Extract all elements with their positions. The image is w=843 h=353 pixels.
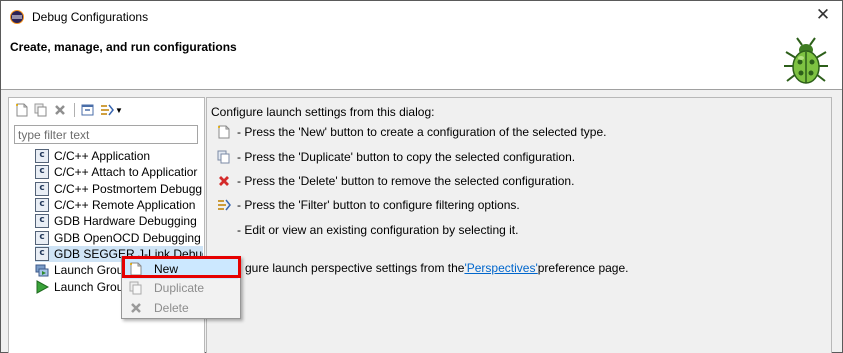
help-text: - Press the 'Duplicate' button to copy t… [237, 150, 576, 164]
help-text: - Press the 'Filter' button to configure… [237, 198, 520, 212]
menu-item-duplicate[interactable]: Duplicate [124, 278, 238, 298]
debug-bug-icon [784, 37, 828, 84]
close-icon[interactable]: ✕ [814, 6, 832, 24]
c-config-icon: c [35, 149, 49, 164]
eclipse-icon [10, 10, 24, 24]
chevron-down-icon[interactable]: ▼ [115, 106, 123, 115]
delete-icon [216, 173, 232, 189]
tree-item-gdb-openocd[interactable]: c GDB OpenOCD Debugging [35, 229, 203, 245]
launch-run-icon [36, 279, 49, 294]
tree-item-label: Launch Group [54, 279, 131, 294]
c-config-icon: c [35, 181, 49, 196]
new-config-icon[interactable] [13, 101, 31, 119]
duplicate-icon [128, 280, 144, 296]
header-banner: Create, manage, and run configurations [1, 32, 842, 90]
duplicate-icon [216, 149, 232, 165]
configuration-toolbar: ▼ [13, 100, 123, 120]
c-config-icon: c [35, 246, 49, 261]
new-config-icon [216, 124, 232, 140]
context-menu: New Duplicate Delete [121, 256, 241, 319]
help-row-perspectives: gure launch perspective settings from th… [245, 261, 628, 275]
tree-item-cpp-postmortem[interactable]: c C/C++ Postmortem Debugg [35, 181, 203, 197]
help-row-edit: - Edit or view an existing configuration… [216, 222, 518, 238]
tree-item-label: Launch Group [54, 263, 131, 278]
help-text: - Edit or view an existing configuration… [237, 223, 519, 237]
tree-item-label: GDB Hardware Debugging [54, 214, 197, 229]
c-config-icon: c [35, 214, 49, 229]
delete-icon [128, 300, 144, 316]
help-text: - Press the 'New' button to create a con… [237, 125, 607, 139]
filter-icon[interactable] [98, 101, 116, 119]
toolbar-separator [74, 103, 75, 117]
perspectives-link[interactable]: 'Perspectives' [464, 261, 537, 275]
launch-group-icon [35, 264, 49, 277]
tree-item-label: C/C++ Postmortem Debugg [54, 181, 203, 196]
help-text: - Press the 'Delete' button to remove th… [237, 174, 575, 188]
help-row-delete: - Press the 'Delete' button to remove th… [216, 173, 574, 189]
help-pane: Configure launch settings from this dial… [206, 97, 832, 353]
filter-input[interactable] [14, 125, 198, 144]
tree-item-cpp-application[interactable]: c C/C++ Application [35, 148, 203, 164]
filter-icon [216, 197, 232, 213]
c-config-icon: c [35, 230, 49, 245]
menu-item-label: Duplicate [154, 281, 205, 295]
menu-item-label: Delete [154, 301, 189, 315]
help-row-new: - Press the 'New' button to create a con… [216, 124, 606, 140]
help-row-filter: - Press the 'Filter' button to configure… [216, 197, 520, 213]
tree-item-label: GDB OpenOCD Debugging [54, 230, 201, 245]
menu-item-delete[interactable]: Delete [124, 298, 238, 318]
duplicate-icon[interactable] [32, 101, 50, 119]
perspective-text-suffix: preference page. [537, 261, 629, 275]
c-config-icon: c [35, 198, 49, 213]
delete-icon[interactable] [51, 101, 69, 119]
help-row-duplicate: - Press the 'Duplicate' button to copy t… [216, 149, 575, 165]
help-intro: Configure launch settings from this dial… [211, 105, 435, 119]
tree-item-cpp-attach[interactable]: c C/C++ Attach to Applicatior [35, 164, 203, 180]
tree-item-label: C/C++ Attach to Applicatior [54, 165, 198, 180]
debug-configurations-dialog: Debug Configurations ✕ Create, manage, a… [0, 0, 843, 353]
new-config-icon [128, 261, 144, 277]
tree-item-gdb-hardware[interactable]: c GDB Hardware Debugging [35, 213, 203, 229]
collapse-all-icon[interactable] [79, 101, 97, 119]
c-config-icon: c [35, 165, 49, 180]
blank-icon [216, 222, 232, 238]
banner-heading: Create, manage, and run configurations [10, 40, 237, 54]
menu-item-label: New [154, 262, 179, 276]
tree-item-cpp-remote[interactable]: c C/C++ Remote Application [35, 197, 203, 213]
menu-item-new[interactable]: New [124, 259, 238, 279]
window-title: Debug Configurations [32, 10, 149, 24]
title-bar: Debug Configurations ✕ [1, 1, 842, 32]
perspective-text-prefix: gure launch perspective settings from th… [245, 261, 465, 275]
tree-item-label: C/C++ Application [54, 149, 151, 164]
tree-item-label: C/C++ Remote Application [54, 198, 196, 213]
